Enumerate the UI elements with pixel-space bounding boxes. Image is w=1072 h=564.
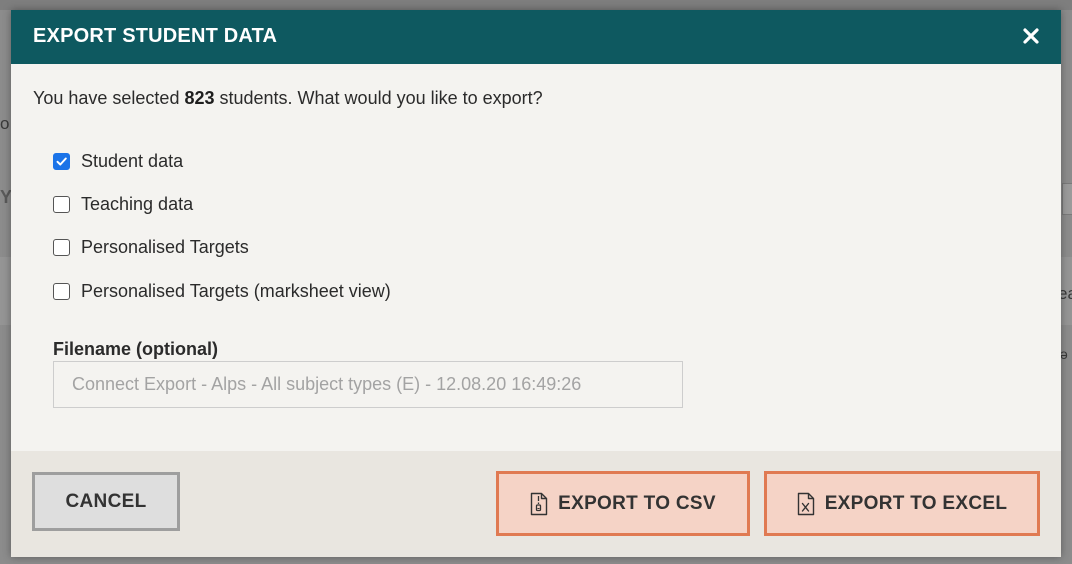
personalised-targets-marksheet-label: Personalised Targets (marksheet view) xyxy=(81,280,391,301)
dialog-header: EXPORT STUDENT DATA xyxy=(11,10,1061,64)
export-csv-label: EXPORT TO CSV xyxy=(558,492,716,514)
cancel-button[interactable]: CANCEL xyxy=(32,472,180,531)
close-button[interactable] xyxy=(1019,24,1043,48)
background-text-fragment: ə xyxy=(1060,346,1068,362)
checkmark-icon xyxy=(56,157,67,165)
cancel-button-label: CANCEL xyxy=(65,490,147,512)
filename-label: Filename (optional) xyxy=(53,339,219,359)
student-data-label: Student data xyxy=(81,150,184,171)
option-student-data[interactable]: Student data xyxy=(53,150,183,172)
teaching-data-checkbox[interactable] xyxy=(53,195,70,213)
intro-prefix: You have selected xyxy=(33,88,185,108)
csv-file-icon xyxy=(530,492,548,516)
background-text-fragment: o xyxy=(0,114,10,133)
excel-file-icon xyxy=(797,492,815,516)
personalised-targets-label: Personalised Targets xyxy=(81,236,249,257)
personalised-targets-marksheet-checkbox[interactable] xyxy=(53,282,70,300)
export-csv-button[interactable]: EXPORT TO CSV xyxy=(496,471,750,536)
dialog-footer: CANCEL EXPORT TO CSV EXPORT TO EXCEL xyxy=(11,451,1061,557)
background-topbar xyxy=(0,0,1072,10)
export-excel-label: EXPORT TO EXCEL xyxy=(824,492,1008,514)
export-excel-button[interactable]: EXPORT TO EXCEL xyxy=(764,471,1040,536)
option-personalised-targets-marksheet[interactable]: Personalised Targets (marksheet view) xyxy=(53,280,391,302)
teaching-data-label: Teaching data xyxy=(81,193,194,214)
filename-input[interactable] xyxy=(53,361,683,408)
intro-suffix: students. What would you like to export? xyxy=(214,88,543,108)
close-icon xyxy=(1023,28,1039,44)
option-teaching-data[interactable]: Teaching data xyxy=(53,193,193,215)
student-data-checkbox[interactable] xyxy=(53,152,70,170)
selection-summary: You have selected 823 students. What wou… xyxy=(33,88,543,109)
export-student-data-dialog: EXPORT STUDENT DATA You have selected 82… xyxy=(11,10,1061,557)
personalised-targets-checkbox[interactable] xyxy=(53,238,70,256)
option-personalised-targets[interactable]: Personalised Targets xyxy=(53,236,249,258)
dialog-title: EXPORT STUDENT DATA xyxy=(33,25,278,47)
dialog-body: You have selected 823 students. What wou… xyxy=(11,64,1061,451)
background-control xyxy=(1062,183,1072,215)
selected-count: 823 xyxy=(184,88,215,108)
